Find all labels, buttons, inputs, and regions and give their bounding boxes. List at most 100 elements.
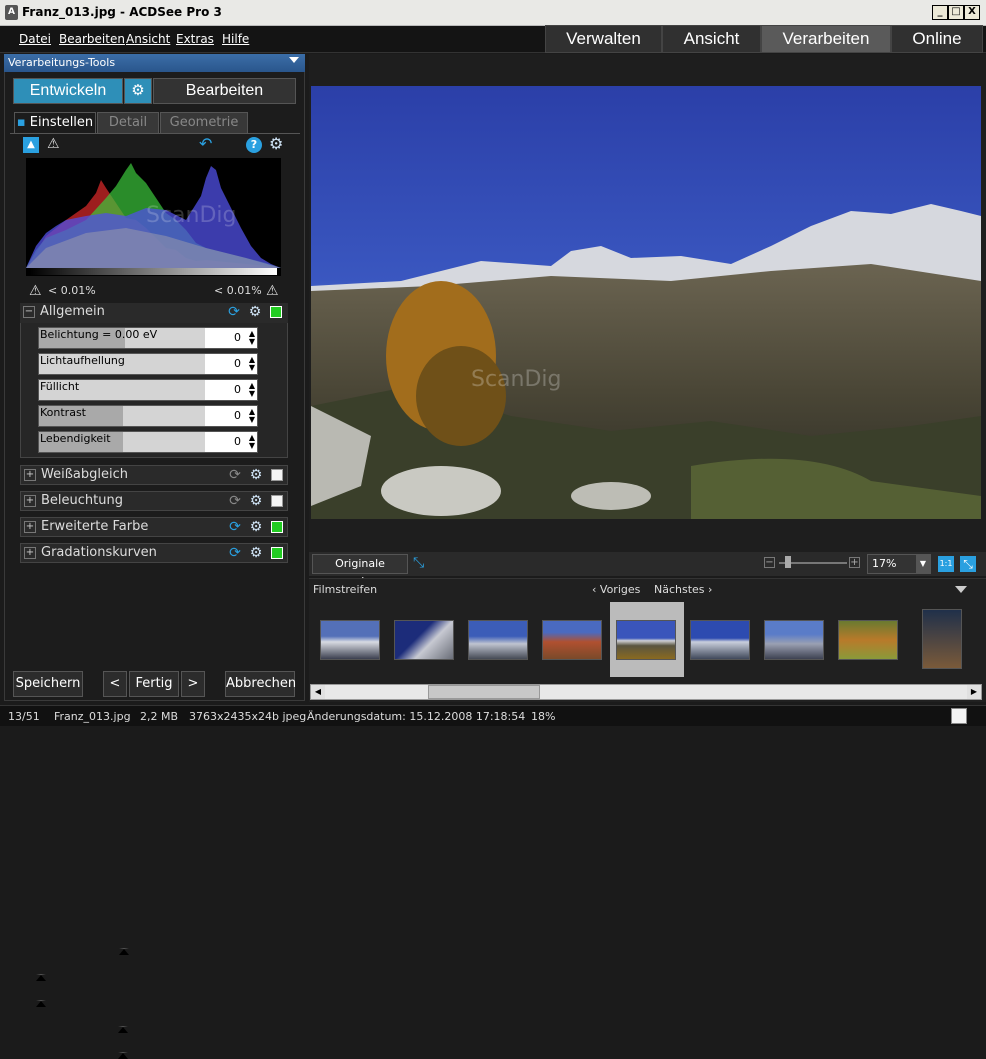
scroll-right-icon[interactable]: ▶ xyxy=(967,685,981,699)
zoom-slider-thumb[interactable] xyxy=(785,556,791,568)
thumbnail[interactable] xyxy=(394,620,454,660)
help-icon[interactable]: ? xyxy=(246,137,262,153)
expand-icon[interactable]: + xyxy=(24,547,36,559)
done-button[interactable]: Fertig xyxy=(129,671,179,697)
section-allgemein-header[interactable]: − Allgemein ⟳ ⚙ xyxy=(20,303,288,323)
actual-size-button[interactable]: 1:1 xyxy=(938,556,954,572)
slider-lebendigkeit-thumb[interactable] xyxy=(118,1052,128,1059)
menu-hilfe[interactable]: Hilfe xyxy=(222,32,249,46)
mode-tab-online[interactable]: Online xyxy=(891,25,983,53)
slider-fuellicht-value[interactable]: 0 ▲ ▼ xyxy=(205,380,257,400)
menu-bearbeiten[interactable]: Bearbeiten xyxy=(59,32,125,46)
thumbnail[interactable] xyxy=(690,620,750,660)
expand-icon[interactable]: + xyxy=(24,521,36,533)
mode-tab-ansicht[interactable]: Ansicht xyxy=(662,25,761,53)
reset-icon[interactable]: ⟳ xyxy=(226,304,242,320)
section-gear-icon[interactable]: ⚙ xyxy=(248,493,264,509)
enable-checkbox[interactable] xyxy=(271,521,283,533)
slider-kontrast[interactable]: Kontrast 0 ▲ ▼ xyxy=(38,405,258,1033)
slider-kontrast-value[interactable]: 0 ▲ ▼ xyxy=(205,406,257,426)
mode-tab-verwalten[interactable]: Verwalten xyxy=(545,25,662,53)
scroll-left-icon[interactable]: ◀ xyxy=(311,685,325,699)
slider-lebendigkeit-value[interactable]: 0 ▲ ▼ xyxy=(205,432,257,452)
fit-arrows-icon[interactable]: ⤡ xyxy=(413,555,424,571)
slider-lichtaufhellung[interactable]: Lichtaufhellung 0 ▲ ▼ xyxy=(36,353,258,981)
dropdown-arrow-icon[interactable] xyxy=(289,57,299,63)
filmstrip-menu-icon[interactable] xyxy=(955,586,967,593)
status-indicator-box[interactable] xyxy=(951,708,967,724)
cancel-button[interactable]: Abbrechen xyxy=(225,671,296,697)
spinner-icon[interactable]: ▲ ▼ xyxy=(249,356,255,372)
menu-extras[interactable]: Extras xyxy=(176,32,214,46)
spinner-icon[interactable]: ▲ ▼ xyxy=(249,330,255,346)
thumbnail[interactable] xyxy=(922,609,962,669)
slider-fuellicht-thumb[interactable] xyxy=(36,1000,46,1007)
enable-checkbox[interactable] xyxy=(271,547,283,559)
section-beleuchtung[interactable]: + Beleuchtung ⟳ ⚙ xyxy=(20,491,288,511)
minimize-button[interactable]: _ xyxy=(932,5,948,20)
section-gear-icon[interactable]: ⚙ xyxy=(247,304,263,320)
histogram-toggle-icon[interactable]: ▲ xyxy=(23,137,39,153)
slider-lichtaufhellung-value[interactable]: 0 ▲ ▼ xyxy=(205,354,257,374)
settings-gear-icon[interactable]: ⚙ xyxy=(269,134,283,153)
spinner-icon[interactable]: ▲ ▼ xyxy=(249,408,255,424)
enable-checkbox[interactable] xyxy=(270,306,282,318)
develop-settings-gear-icon[interactable]: ⚙ xyxy=(124,78,152,104)
highlight-clip-warning-icon[interactable]: ⚠ xyxy=(266,283,279,299)
slider-fuellicht[interactable]: Füllicht 0 ▲ ▼ xyxy=(36,379,258,1007)
thumbnail[interactable] xyxy=(468,620,528,660)
filmstrip-next[interactable]: Nächstes › xyxy=(654,583,712,596)
develop-button[interactable]: Entwickeln xyxy=(13,78,123,104)
filmstrip-prev[interactable]: ‹ Voriges xyxy=(592,583,640,596)
next-image-button[interactable]: > xyxy=(181,671,205,697)
scrollbar-thumb[interactable] xyxy=(428,685,540,699)
zoom-in-icon[interactable]: + xyxy=(849,557,860,568)
panel-header[interactable]: Verarbeitungs-Tools xyxy=(4,54,305,72)
mode-tab-verarbeiten[interactable]: Verarbeiten xyxy=(761,25,891,53)
section-gradationskurven[interactable]: + Gradationskurven ⟳ ⚙ xyxy=(20,543,288,563)
thumbnail[interactable] xyxy=(616,620,676,660)
clipping-warning-icon[interactable]: ⚠ xyxy=(47,136,60,152)
menu-datei[interactable]: Datei xyxy=(19,32,51,46)
thumbnail[interactable] xyxy=(838,620,898,660)
section-gear-icon[interactable]: ⚙ xyxy=(248,519,264,535)
spinner-icon[interactable]: ▲ ▼ xyxy=(249,434,255,450)
spinner-icon[interactable]: ▲ ▼ xyxy=(249,382,255,398)
reset-icon[interactable]: ⟳ xyxy=(227,467,243,483)
enable-checkbox[interactable] xyxy=(271,469,283,481)
section-gear-icon[interactable]: ⚙ xyxy=(248,467,264,483)
tab-geometrie[interactable]: Geometrie xyxy=(160,112,248,133)
tab-detail[interactable]: Detail xyxy=(97,112,159,133)
thumbnail[interactable] xyxy=(764,620,824,660)
fit-to-window-icon[interactable]: ⤡ xyxy=(960,556,976,572)
save-button[interactable]: Speichern xyxy=(13,671,83,697)
undo-icon[interactable]: ↶ xyxy=(199,134,212,153)
collapse-icon[interactable]: − xyxy=(23,306,35,318)
section-gear-icon[interactable]: ⚙ xyxy=(248,545,264,561)
slider-kontrast-thumb[interactable] xyxy=(118,1026,128,1033)
reset-icon[interactable]: ⟳ xyxy=(227,519,243,535)
reset-icon[interactable]: ⟳ xyxy=(227,545,243,561)
slider-belichtung-value[interactable]: 0 ▲ ▼ xyxy=(205,328,257,348)
thumbnail[interactable] xyxy=(542,620,602,660)
edit-button[interactable]: Bearbeiten xyxy=(153,78,296,104)
enable-checkbox[interactable] xyxy=(271,495,283,507)
slider-belichtung[interactable]: Belichtung = 0.00 eV 0 ▲ ▼ xyxy=(38,327,258,955)
show-originals-button[interactable]: Originale anzeigen xyxy=(312,554,408,588)
expand-icon[interactable]: + xyxy=(24,495,36,507)
chevron-down-icon[interactable]: ▼ xyxy=(916,555,930,573)
slider-belichtung-thumb[interactable] xyxy=(119,948,129,955)
shadow-clip-warning-icon[interactable]: ⚠ xyxy=(29,283,42,299)
zoom-out-icon[interactable]: − xyxy=(764,557,775,568)
close-button[interactable]: X xyxy=(964,5,980,20)
tab-einstellen[interactable]: ▪ Einstellen xyxy=(14,112,96,133)
menu-ansicht[interactable]: Ansicht xyxy=(126,32,170,46)
maximize-button[interactable]: □ xyxy=(948,5,964,20)
slider-lebendigkeit[interactable]: Lebendigkeit 0 ▲ ▼ xyxy=(38,431,258,1059)
filmstrip-scrollbar[interactable] xyxy=(310,684,982,700)
thumbnail[interactable] xyxy=(320,620,380,660)
expand-icon[interactable]: + xyxy=(24,469,36,481)
slider-lichtaufhellung-thumb[interactable] xyxy=(36,974,46,981)
image-viewer[interactable]: ScanDig xyxy=(311,86,981,519)
section-weissabgleich[interactable]: + Weißabgleich ⟳ ⚙ xyxy=(20,465,288,485)
